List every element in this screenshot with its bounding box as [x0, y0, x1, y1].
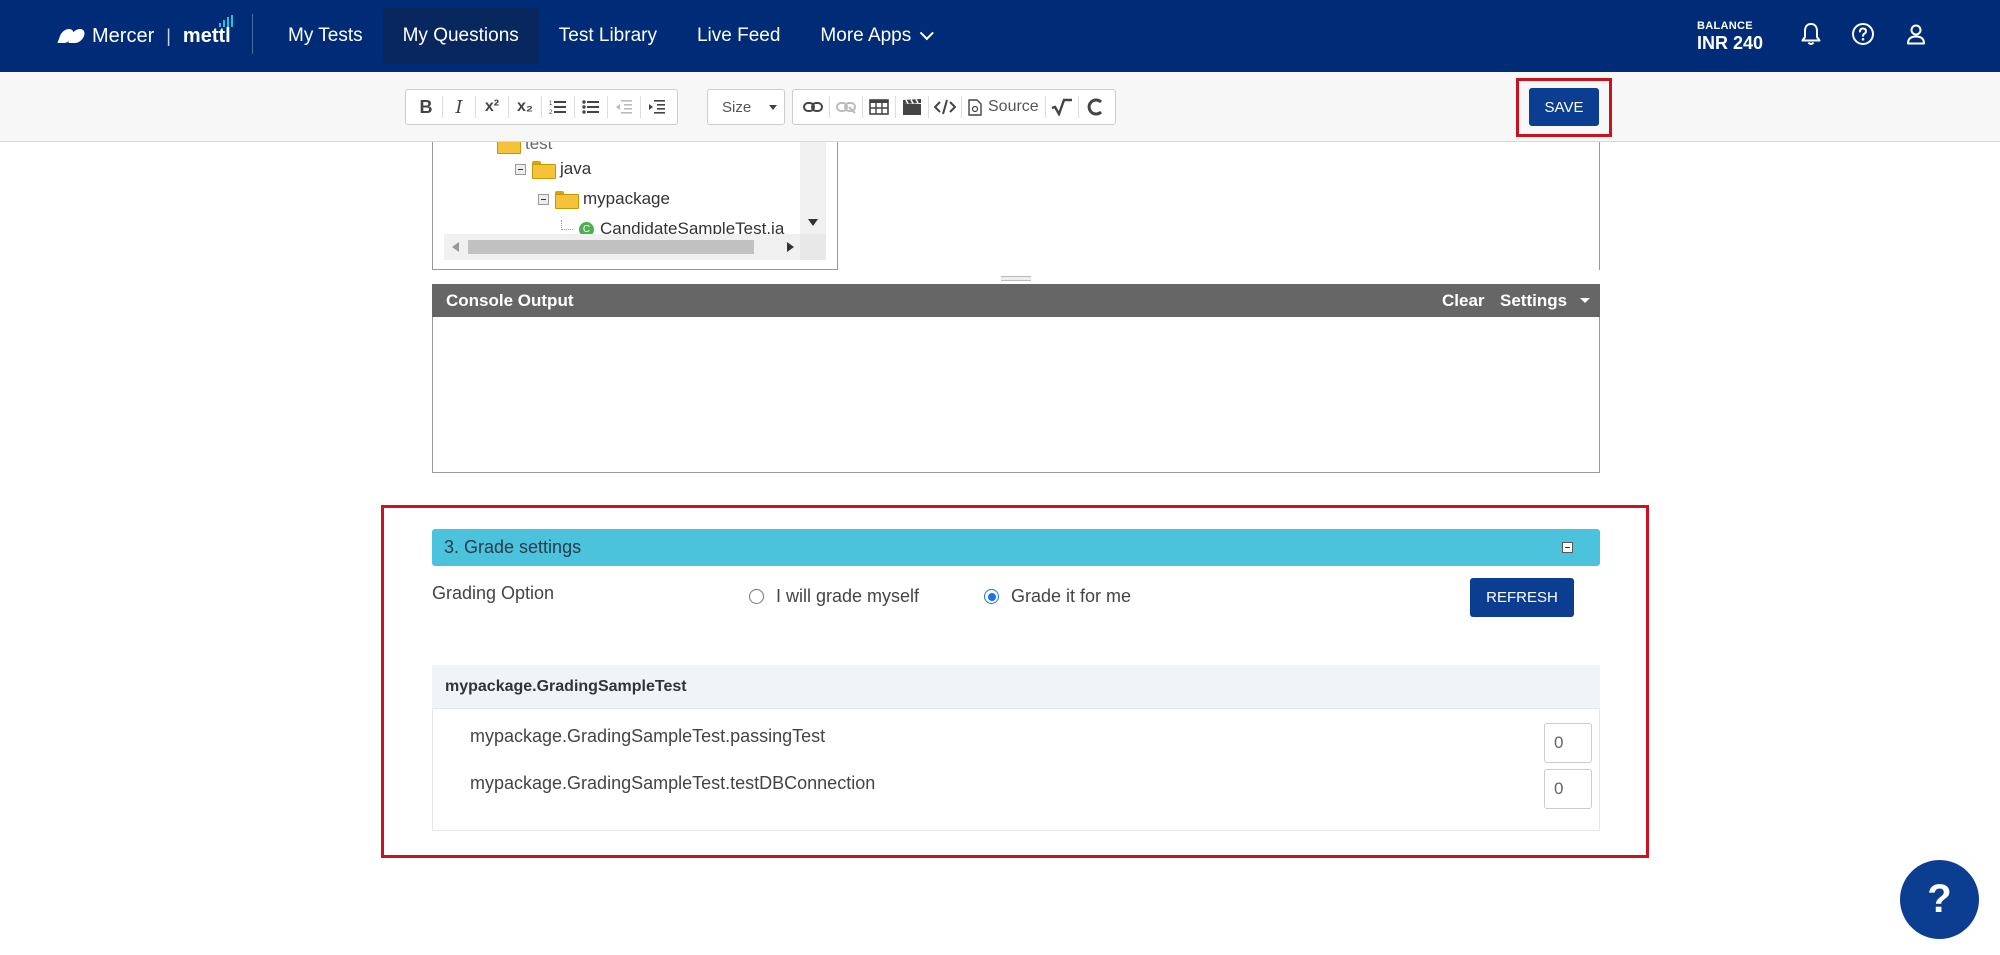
- test-class-name: mypackage.GradingSampleTest: [445, 678, 687, 695]
- grade-settings-title: 3. Grade settings: [444, 537, 582, 557]
- tree-vertical-scrollbar[interactable]: [800, 142, 826, 234]
- test-class-header: mypackage.GradingSampleTest: [432, 665, 1600, 709]
- tree-item-java[interactable]: java: [515, 159, 591, 179]
- scroll-down-arrow-icon[interactable]: [808, 219, 818, 226]
- format-toolbar-group: B I x² x₂ 12: [405, 89, 678, 125]
- test-case-name: mypackage.GradingSampleTest.testDBConnec…: [470, 773, 876, 793]
- svg-text:2: 2: [549, 110, 553, 115]
- scrollbar-corner: [800, 234, 826, 260]
- logo-mercer-text: Mercer: [92, 24, 155, 47]
- logo-separator: |: [166, 25, 171, 46]
- mettl-bars-icon: [218, 14, 233, 27]
- user-icon[interactable]: [1902, 20, 1930, 48]
- balance-display: BALANCE INR 240: [1697, 20, 1763, 54]
- balance-label: BALANCE: [1697, 20, 1753, 32]
- bulleted-list-icon[interactable]: [575, 93, 607, 121]
- special-char-icon[interactable]: [1079, 93, 1111, 121]
- folder-open-icon: [532, 161, 556, 179]
- caret-down-icon[interactable]: [1580, 298, 1590, 303]
- mercer-logo-icon: [57, 29, 87, 43]
- logo-mettl-text: mettl: [183, 14, 233, 48]
- console-output-header: Console Output Clear Settings: [432, 284, 1600, 317]
- tree-item-mypackage[interactable]: mypackage: [538, 189, 670, 209]
- link-icon[interactable]: [797, 93, 829, 121]
- main-nav: My Tests My Questions Test Library Live …: [268, 8, 949, 64]
- bold-button[interactable]: B: [410, 93, 442, 121]
- mercer-mettl-logo[interactable]: Mercer | mettl: [57, 14, 233, 50]
- increase-indent-icon[interactable]: [641, 93, 673, 121]
- svg-text:1: 1: [549, 101, 553, 107]
- console-output-body: [432, 317, 1600, 473]
- bell-icon[interactable]: [1797, 20, 1825, 48]
- nav-test-library[interactable]: Test Library: [539, 8, 677, 64]
- code-icon[interactable]: [929, 93, 961, 121]
- superscript-button[interactable]: x²: [476, 93, 508, 121]
- balance-value: INR 240: [1697, 33, 1764, 53]
- grading-option-label: Grading Option: [432, 583, 555, 603]
- subscript-button[interactable]: x₂: [509, 93, 541, 121]
- save-button[interactable]: SAVE: [1529, 88, 1599, 126]
- size-dropdown[interactable]: Size: [707, 89, 785, 125]
- tree-collapse-icon[interactable]: [538, 193, 549, 205]
- insert-toolbar-group: Source: [792, 89, 1116, 125]
- radio-grade-myself[interactable]: I will grade myself: [749, 586, 919, 607]
- help-circle-icon[interactable]: [1849, 20, 1877, 48]
- numbered-list-icon[interactable]: 12: [542, 93, 574, 121]
- console-settings-button[interactable]: Settings: [1500, 291, 1567, 311]
- source-doc-icon: [968, 98, 982, 116]
- test-case-name: mypackage.GradingSampleTest.passingTest: [470, 726, 826, 746]
- nav-more-apps[interactable]: More Apps: [800, 8, 949, 64]
- source-button[interactable]: Source: [962, 98, 1045, 116]
- nav-live-feed[interactable]: Live Feed: [677, 8, 800, 64]
- test-score-input[interactable]: [1544, 769, 1592, 809]
- caret-down-icon: [769, 104, 778, 110]
- math-sqrt-icon[interactable]: [1046, 93, 1078, 121]
- console-clear-button[interactable]: Clear: [1442, 291, 1485, 311]
- chevron-down-icon: [920, 26, 935, 41]
- scroll-right-arrow-icon[interactable]: [787, 242, 794, 252]
- folder-open-icon: [497, 142, 521, 154]
- nav-divider: [252, 14, 253, 54]
- radio-unchecked-icon[interactable]: [749, 589, 764, 604]
- console-title: Console Output: [446, 290, 574, 310]
- tree-item-test[interactable]: test: [497, 142, 552, 154]
- help-chat-button[interactable]: ?: [1900, 860, 1979, 939]
- italic-button[interactable]: I: [443, 93, 475, 121]
- scrollbar-thumb[interactable]: [468, 240, 754, 254]
- collapse-icon[interactable]: [1562, 542, 1573, 553]
- table-icon[interactable]: [863, 93, 895, 121]
- unlink-icon[interactable]: [830, 93, 862, 121]
- nav-my-questions[interactable]: My Questions: [382, 8, 539, 64]
- grade-settings-header[interactable]: 3. Grade settings: [432, 529, 1600, 566]
- tree-horizontal-scrollbar[interactable]: [444, 234, 800, 260]
- test-score-input[interactable]: [1544, 723, 1592, 763]
- refresh-button[interactable]: REFRESH: [1470, 578, 1574, 617]
- radio-grade-for-me[interactable]: Grade it for me: [984, 586, 1131, 607]
- size-label: Size: [722, 98, 752, 116]
- folder-open-icon: [555, 191, 579, 209]
- source-label: Source: [988, 98, 1039, 115]
- top-navbar: Mercer | mettl My Tests My Questions Tes…: [0, 0, 2000, 72]
- scroll-left-arrow-icon[interactable]: [452, 242, 459, 252]
- radio-checked-icon[interactable]: [984, 589, 999, 604]
- video-clapper-icon[interactable]: [896, 93, 928, 121]
- decrease-indent-icon[interactable]: [608, 93, 640, 121]
- tree-collapse-icon[interactable]: [515, 163, 526, 175]
- resize-handle[interactable]: [1001, 276, 1031, 281]
- nav-my-tests[interactable]: My Tests: [268, 8, 383, 64]
